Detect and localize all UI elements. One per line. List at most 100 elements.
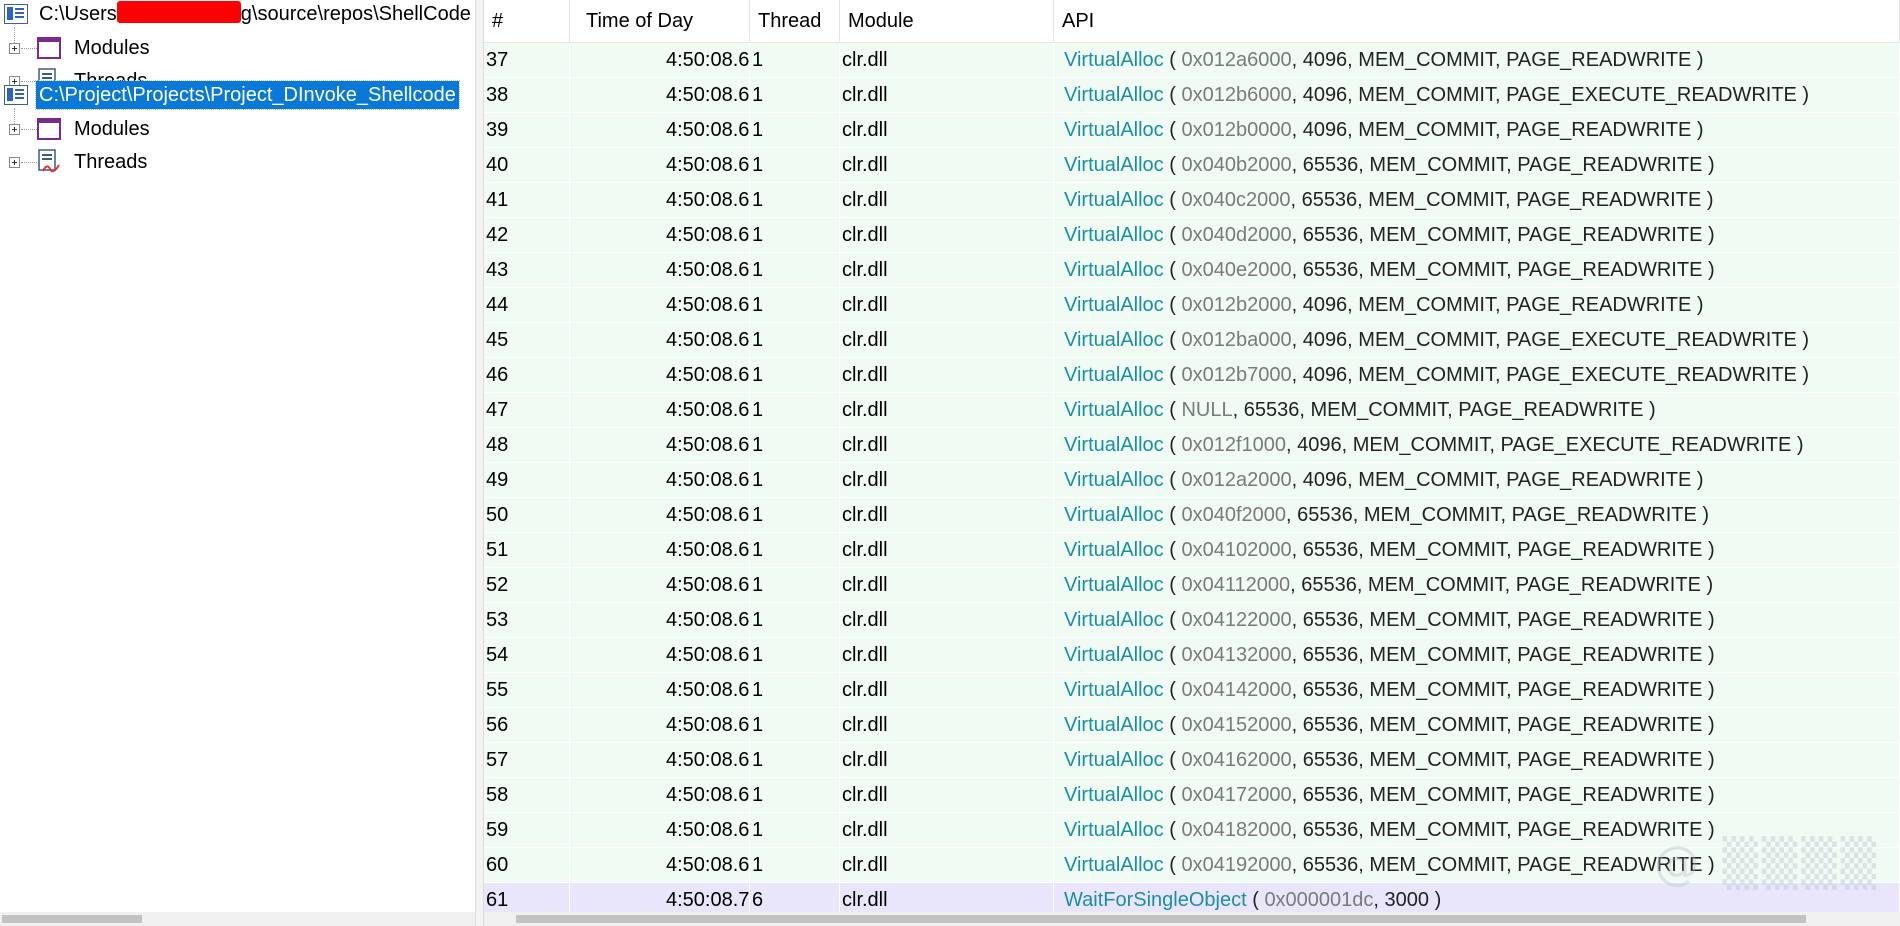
row-time: 4:50:08.671 PM (570, 78, 750, 113)
table-row[interactable]: 464:50:08.675 PM1clr.dllVirtualAlloc ( 0… (484, 358, 1900, 393)
list-scroll-thumb[interactable] (516, 915, 1806, 923)
process-path-label[interactable]: C:\Users g\source\repos\ShellCode (36, 0, 474, 28)
expand-plus-icon[interactable] (9, 43, 20, 54)
row-api: VirtualAlloc ( 0x04122000, 65536, MEM_CO… (1054, 603, 1900, 638)
api-open-paren: ( (1163, 84, 1182, 106)
row-thread: 1 (750, 743, 840, 778)
row-api: VirtualAlloc ( 0x012b7000, 4096, MEM_COM… (1054, 358, 1900, 393)
api-remaining-arguments: , 4096, MEM_COMMIT, PAGE_READWRITE (1291, 469, 1692, 491)
api-remaining-arguments: , 65536, MEM_COMMIT, PAGE_READWRITE (1291, 714, 1703, 736)
table-row[interactable]: 614:50:08.709 PM6clr.dllWaitForSingleObj… (484, 883, 1900, 912)
api-remaining-arguments: , 4096, MEM_COMMIT, PAGE_READWRITE (1291, 119, 1692, 141)
process-path-label[interactable]: C:\Project\Projects\Project_DInvoke_Shel… (35, 80, 460, 110)
api-remaining-arguments: , 65536, MEM_COMMIT, PAGE_READWRITE (1290, 189, 1702, 211)
table-row[interactable]: 564:50:08.678 PM1clr.dllVirtualAlloc ( 0… (484, 708, 1900, 743)
row-api: VirtualAlloc ( 0x040c2000, 65536, MEM_CO… (1054, 183, 1900, 218)
api-close-paren: ) (1691, 49, 1704, 71)
table-row[interactable]: 514:50:08.676 PM1clr.dllVirtualAlloc ( 0… (484, 533, 1900, 568)
row-api: VirtualAlloc ( 0x012a2000, 4096, MEM_COM… (1054, 463, 1900, 498)
col-api-header[interactable]: API (1054, 0, 1900, 42)
api-call-list[interactable]: #Time of DayThreadModuleAPI 374:50:08.67… (484, 0, 1900, 912)
table-row[interactable]: 384:50:08.671 PM1clr.dllVirtualAlloc ( 0… (484, 78, 1900, 113)
row-thread: 1 (750, 533, 840, 568)
table-row[interactable]: 494:50:08.675 PM1clr.dllVirtualAlloc ( 0… (484, 463, 1900, 498)
list-horizontal-scrollbar[interactable] (484, 912, 1900, 926)
api-first-argument: 0x04172000 (1181, 784, 1292, 806)
api-remaining-arguments: , 4096, MEM_COMMIT, PAGE_EXECUTE_READWRI… (1291, 84, 1797, 106)
list-header: # Time of Day Thread Module API (484, 0, 1900, 43)
table-row[interactable]: 604:50:08.680 PM1clr.dllVirtualAlloc ( 0… (484, 848, 1900, 883)
api-first-argument: 0x040f2000 (1181, 504, 1287, 526)
api-open-paren: ( (1163, 259, 1182, 281)
row-thread: 1 (750, 358, 840, 393)
col-module-header[interactable]: Module (840, 0, 1054, 42)
row-thread: 1 (750, 498, 840, 533)
api-remaining-arguments: , 4096, MEM_COMMIT, PAGE_READWRITE (1291, 294, 1692, 316)
table-row[interactable]: 484:50:08.675 PM1clr.dllVirtualAlloc ( 0… (484, 428, 1900, 463)
row-thread: 1 (750, 463, 840, 498)
table-row[interactable]: 414:50:08.673 PM1clr.dllVirtualAlloc ( 0… (484, 183, 1900, 218)
row-module: clr.dll (840, 498, 1054, 533)
api-remaining-arguments: , 65536, MEM_COMMIT, PAGE_READWRITE (1291, 609, 1703, 631)
api-function-name: VirtualAlloc (1064, 259, 1164, 281)
row-thread: 1 (750, 218, 840, 253)
table-row[interactable]: 404:50:08.673 PM1clr.dllVirtualAlloc ( 0… (484, 148, 1900, 183)
row-module: clr.dll (840, 708, 1054, 743)
expand-plus-icon[interactable] (9, 124, 20, 135)
api-function-name: VirtualAlloc (1064, 749, 1164, 771)
table-row[interactable]: 504:50:08.676 PM1clr.dllVirtualAlloc ( 0… (484, 498, 1900, 533)
col-thread-header[interactable]: Thread (750, 0, 840, 42)
row-number: 60 (484, 848, 570, 883)
api-open-paren: ( (1163, 714, 1182, 736)
process-tree[interactable]: C:\Users g\source\repos\ShellCode Modules T… (0, 0, 475, 912)
api-close-paren: ) (1702, 644, 1715, 666)
table-row[interactable]: 554:50:08.678 PM1clr.dllVirtualAlloc ( 0… (484, 673, 1900, 708)
api-function-name: WaitForSingleObject (1064, 889, 1247, 911)
tree-horizontal-scrollbar[interactable] (0, 912, 475, 926)
pane-splitter[interactable] (475, 0, 484, 926)
table-row[interactable]: 474:50:08.675 PM1clr.dllVirtualAlloc ( N… (484, 393, 1900, 428)
table-row[interactable]: 574:50:08.679 PM1clr.dllVirtualAlloc ( 0… (484, 743, 1900, 778)
process-icon (4, 4, 28, 24)
row-number: 53 (484, 603, 570, 638)
row-number: 45 (484, 323, 570, 358)
row-api: VirtualAlloc ( 0x040b2000, 65536, MEM_CO… (1054, 148, 1900, 183)
table-row[interactable]: 444:50:08.675 PM1clr.dllVirtualAlloc ( 0… (484, 288, 1900, 323)
row-api: VirtualAlloc ( 0x04102000, 65536, MEM_CO… (1054, 533, 1900, 568)
table-row[interactable]: 424:50:08.674 PM1clr.dllVirtualAlloc ( 0… (484, 218, 1900, 253)
row-api: VirtualAlloc ( 0x04192000, 65536, MEM_CO… (1054, 848, 1900, 883)
api-function-name: VirtualAlloc (1064, 329, 1164, 351)
col-time-of-day-header[interactable]: Time of Day (570, 0, 750, 42)
row-thread: 1 (750, 43, 840, 78)
row-module: clr.dll (840, 218, 1054, 253)
tree-scroll-thumb[interactable] (2, 915, 142, 923)
table-row[interactable]: 594:50:08.680 PM1clr.dllVirtualAlloc ( 0… (484, 813, 1900, 848)
row-number: 54 (484, 638, 570, 673)
row-thread: 1 (750, 113, 840, 148)
table-row[interactable]: 454:50:08.675 PM1clr.dllVirtualAlloc ( 0… (484, 323, 1900, 358)
row-module: clr.dll (840, 743, 1054, 778)
expand-plus-icon[interactable] (9, 157, 20, 168)
tree-child-modules[interactable]: Modules (0, 27, 475, 63)
table-row[interactable]: 524:50:08.676 PM1clr.dllVirtualAlloc ( 0… (484, 568, 1900, 603)
table-row[interactable]: 544:50:08.677 PM1clr.dllVirtualAlloc ( 0… (484, 638, 1900, 673)
table-row[interactable]: 394:50:08.671 PM1clr.dllVirtualAlloc ( 0… (484, 113, 1900, 148)
row-time: 4:50:08.676 PM (570, 568, 750, 603)
table-row[interactable]: 434:50:08.674 PM1clr.dllVirtualAlloc ( 0… (484, 253, 1900, 288)
row-number: 48 (484, 428, 570, 463)
path-prefix: C:\Users (39, 3, 117, 25)
tree-child-threads[interactable]: Threads (0, 147, 475, 177)
col-number-header[interactable]: # (484, 0, 570, 42)
table-row[interactable]: 534:50:08.677 PM1clr.dllVirtualAlloc ( 0… (484, 603, 1900, 638)
table-row[interactable]: 374:50:08.671 PM1clr.dllVirtualAlloc ( 0… (484, 43, 1900, 78)
api-close-paren: ) (1700, 574, 1714, 596)
api-remaining-arguments: , 65536, MEM_COMMIT, PAGE_READWRITE (1291, 224, 1703, 246)
table-row[interactable]: 584:50:08.679 PM1clr.dllVirtualAlloc ( 0… (484, 778, 1900, 813)
process-node[interactable]: C:\Project\Projects\Project_DInvoke_Shel… (0, 80, 475, 110)
row-module: clr.dll (840, 323, 1054, 358)
api-function-name: VirtualAlloc (1064, 469, 1164, 491)
row-thread: 1 (750, 288, 840, 323)
tree-child-modules[interactable]: Modules (0, 108, 475, 144)
row-time: 4:50:08.675 PM (570, 288, 750, 323)
process-node[interactable]: C:\Users g\source\repos\ShellCode (0, 0, 475, 29)
